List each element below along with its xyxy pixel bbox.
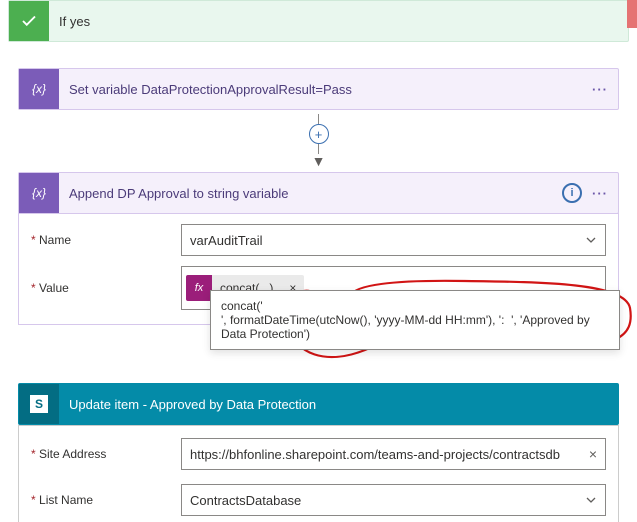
tooltip-text: concat(' ', formatDateTime(utcNow(), 'yy…	[221, 299, 593, 341]
list-name-select[interactable]: ContractsDatabase	[181, 484, 606, 516]
info-icon[interactable]: i	[562, 183, 582, 203]
clear-icon[interactable]: ×	[589, 446, 597, 462]
expression-tooltip: concat(' ', formatDateTime(utcNow(), 'yy…	[210, 290, 620, 350]
if-yes-action[interactable]: If yes	[8, 0, 629, 42]
update-item-card: Site Address https://bhfonline.sharepoin…	[18, 425, 619, 522]
more-menu[interactable]: ···	[592, 186, 608, 201]
more-menu[interactable]: ···	[592, 82, 608, 97]
name-select[interactable]: varAuditTrail	[181, 224, 606, 256]
name-value: varAuditTrail	[190, 233, 262, 248]
if-yes-title: If yes	[49, 14, 628, 29]
chevron-down-icon	[585, 494, 597, 506]
variable-icon: {x}	[19, 69, 59, 109]
name-label: Name	[31, 233, 181, 247]
check-icon	[9, 1, 49, 41]
site-address-value: https://bhfonline.sharepoint.com/teams-a…	[190, 447, 560, 462]
connector: + ▼	[18, 114, 619, 168]
value-label: Value	[31, 281, 181, 295]
list-name-value: ContractsDatabase	[190, 493, 301, 508]
add-step-button[interactable]: +	[309, 124, 329, 144]
set-variable-action[interactable]: {x} Set variable DataProtectionApprovalR…	[18, 68, 619, 110]
error-stripe	[627, 0, 637, 28]
set-variable-title: Set variable DataProtectionApprovalResul…	[59, 82, 592, 97]
chevron-down-icon	[585, 234, 597, 246]
sharepoint-icon: S	[19, 384, 59, 424]
update-item-action[interactable]: S Update item - Approved by Data Protect…	[18, 383, 619, 425]
update-item-title: Update item - Approved by Data Protectio…	[59, 397, 592, 412]
append-string-title: Append DP Approval to string variable	[59, 186, 562, 201]
site-address-label: Site Address	[31, 447, 181, 461]
list-name-label: List Name	[31, 493, 181, 507]
fx-icon: fx	[186, 275, 212, 301]
site-address-input[interactable]: https://bhfonline.sharepoint.com/teams-a…	[181, 438, 606, 470]
variable-icon: {x}	[19, 173, 59, 213]
arrow-down-icon: ▼	[312, 154, 326, 168]
append-string-action[interactable]: {x} Append DP Approval to string variabl…	[18, 172, 619, 214]
